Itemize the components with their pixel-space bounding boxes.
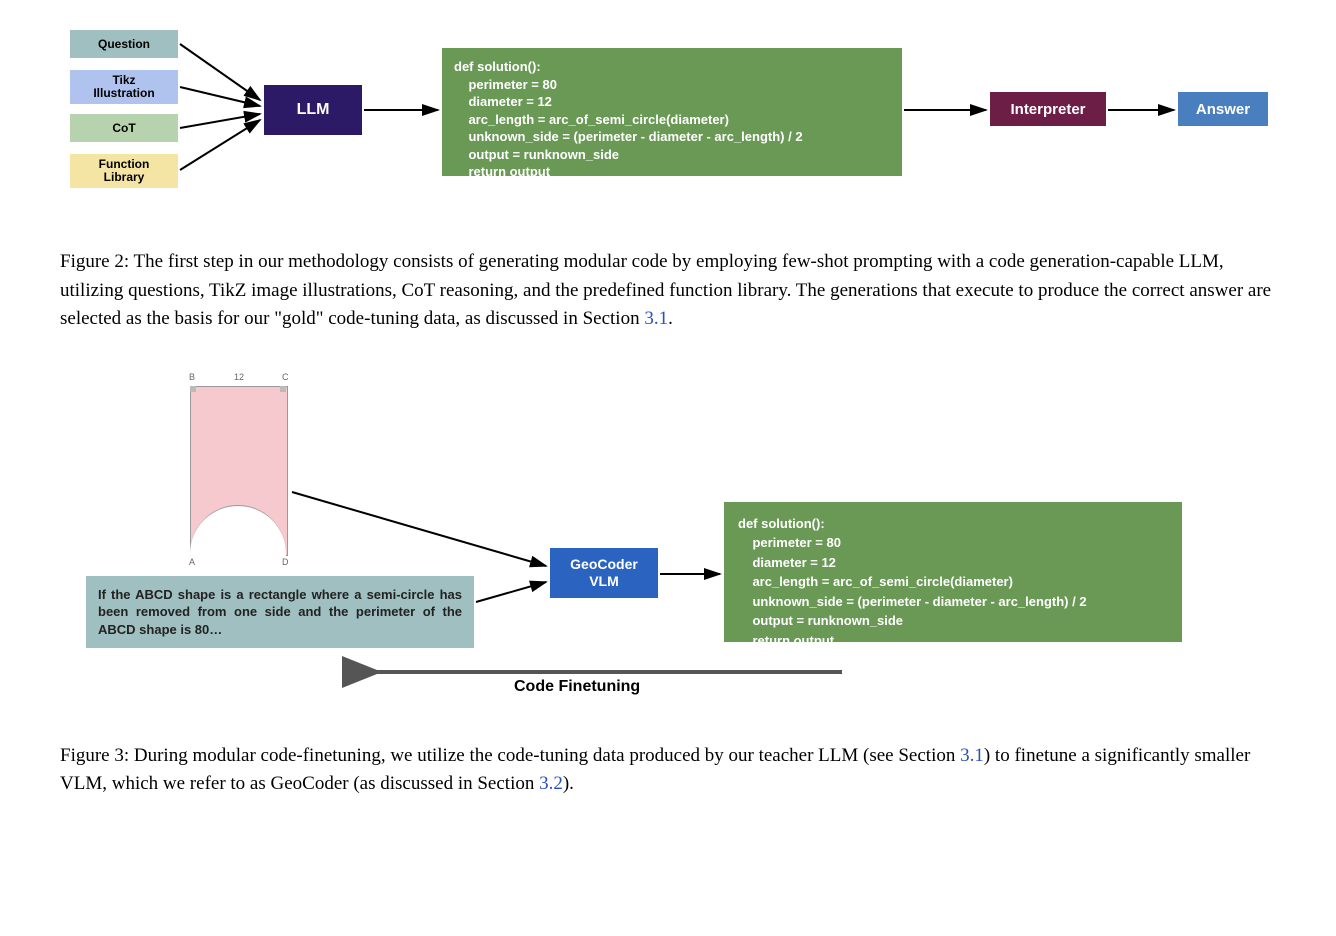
generated-code-box-2: def solution(): perimeter = 80 diameter … (724, 502, 1182, 642)
generated-code-box: def solution(): perimeter = 80 diameter … (442, 48, 902, 176)
figure-3-caption-tail: ). (563, 773, 574, 794)
geometry-example: B C A D 12 (150, 374, 286, 554)
figure-3: B C A D 12 If the ABCD shape is a rectan… (60, 374, 1276, 799)
figure-3-diagram: B C A D 12 If the ABCD shape is a rectan… (60, 374, 1276, 724)
vertex-A: A (189, 557, 195, 567)
input-question-box: Question (70, 30, 178, 58)
section-link-3-1[interactable]: 3.1 (644, 308, 668, 329)
code-finetuning-label: Code Finetuning (514, 678, 640, 696)
figure-3-caption: Figure 3: During modular code-finetuning… (60, 742, 1276, 799)
input-funclib-box: Function Library (70, 154, 178, 188)
figure-2-caption-tail: . (668, 308, 673, 329)
llm-box: LLM (264, 85, 362, 135)
figure-2: Question Tikz Illustration CoT Function … (60, 30, 1276, 334)
vertex-D: D (282, 557, 289, 567)
geometry-shape: B C A D 12 (190, 374, 286, 554)
answer-box: Answer (1178, 92, 1268, 126)
edge-label-12: 12 (234, 372, 244, 382)
prompt-text-box: If the ABCD shape is a rectangle where a… (86, 576, 474, 649)
figure-2-caption: Figure 2: The first step in our methodol… (60, 248, 1276, 334)
input-tikz-box: Tikz Illustration (70, 70, 178, 104)
section-link-3-1-b[interactable]: 3.1 (960, 745, 984, 766)
section-link-3-2[interactable]: 3.2 (539, 773, 563, 794)
vertex-B: B (189, 372, 195, 382)
input-cot-box: CoT (70, 114, 178, 142)
interpreter-box: Interpreter (990, 92, 1106, 126)
geocoder-vlm-box: GeoCoder VLM (550, 548, 658, 598)
figure-2-diagram: Question Tikz Illustration CoT Function … (60, 30, 1276, 230)
vertex-C: C (282, 372, 289, 382)
figure-3-caption-text-1: Figure 3: During modular code-finetuning… (60, 745, 960, 766)
